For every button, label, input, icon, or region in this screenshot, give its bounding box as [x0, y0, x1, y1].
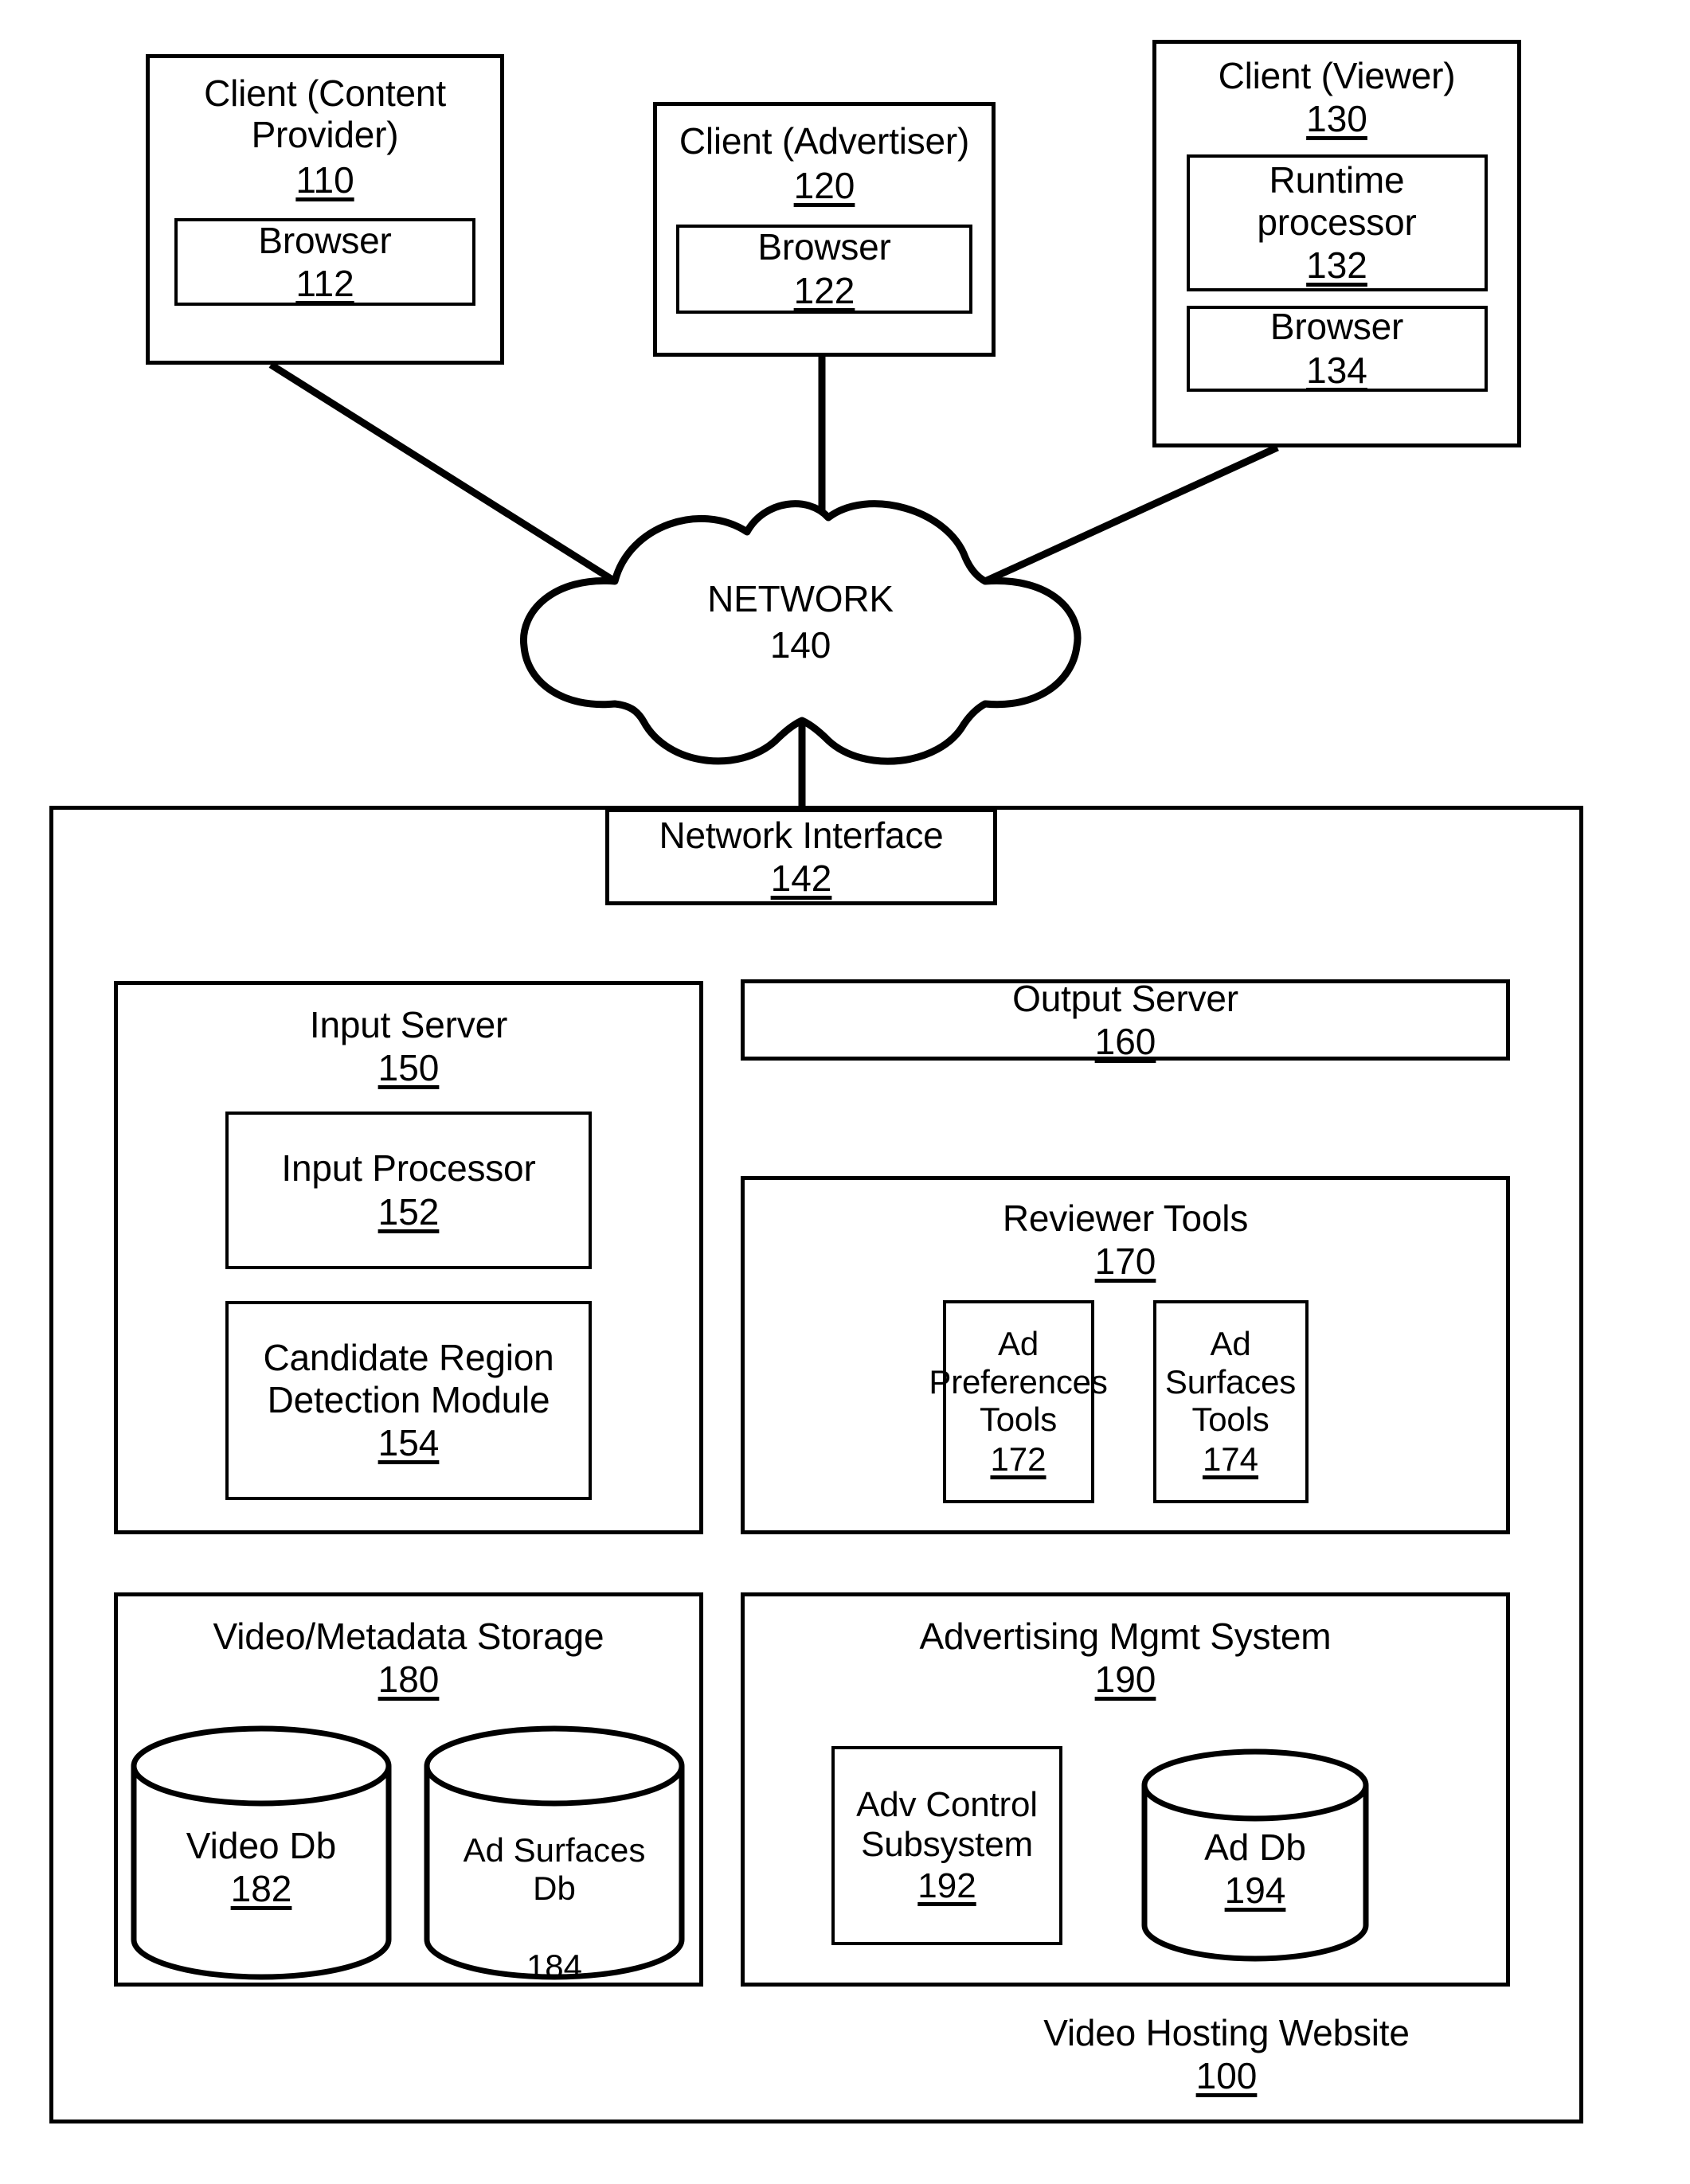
ad-surfaces-db-184-label: Ad Surfaces Db: [463, 1830, 646, 1907]
client-viewer-number: 130: [1306, 98, 1367, 140]
client-advertiser-box[interactable]: Client (Advertiser) 120 Browser 122: [653, 102, 996, 357]
input-processor-152-label: Input Processor: [281, 1147, 536, 1190]
video-metadata-storage-number: 180: [378, 1659, 440, 1701]
browser-112-label: Browser: [258, 219, 392, 261]
adv-control-subsystem-192-box[interactable]: Adv Control Subsystem 192: [831, 1746, 1062, 1945]
video-metadata-storage-label: Video/Metadata Storage: [213, 1616, 604, 1657]
network-number: 140: [769, 624, 831, 666]
advertising-mgmt-system-label: Advertising Mgmt System: [919, 1616, 1332, 1657]
browser-122-label: Browser: [757, 226, 891, 268]
browser-112-number: 112: [295, 263, 354, 305]
reviewer-tools-box[interactable]: Reviewer Tools 170 Ad Preferences Tools …: [741, 1176, 1510, 1534]
reviewer-tools-row: Ad Preferences Tools 172 Ad Surfaces Too…: [929, 1299, 1309, 1503]
browser-122-number: 122: [793, 269, 855, 311]
video-hosting-website-caption: Video Hosting Website 100: [980, 2012, 1473, 2097]
ad-preferences-tools-172-number: 172: [990, 1440, 1046, 1479]
ad-db-194-text: Ad Db 194: [1144, 1827, 1366, 1912]
runtime-processor-132-label: Runtime processor: [1257, 159, 1417, 243]
output-server-number: 160: [1094, 1021, 1156, 1062]
ad-surfaces-tools-174-box[interactable]: Ad Surfaces Tools 174: [1152, 1299, 1309, 1503]
input-server-number: 150: [378, 1047, 440, 1089]
candidate-region-detection-154-box[interactable]: Candidate Region Detection Module 154: [225, 1300, 592, 1500]
adv-control-subsystem-192-number: 192: [917, 1866, 976, 1906]
output-server-label: Output Server: [1012, 977, 1238, 1019]
video-hosting-website-number: 100: [1195, 2055, 1258, 2097]
candidate-region-detection-154-label: Candidate Region Detection Module: [263, 1337, 554, 1420]
network-cloud-text: NETWORK 140: [605, 578, 996, 666]
network-label: NETWORK: [707, 578, 894, 619]
ad-surfaces-tools-174-label: Ad Surfaces Tools: [1164, 1324, 1297, 1439]
input-server-label: Input Server: [309, 1004, 508, 1045]
network-interface-label: Network Interface: [659, 814, 944, 856]
browser-134-number: 134: [1306, 349, 1367, 391]
connector-130-to-network: [984, 443, 1279, 585]
input-processor-152-number: 152: [378, 1190, 440, 1233]
advertising-mgmt-system-number: 190: [1094, 1659, 1156, 1701]
browser-122-box[interactable]: Browser 122: [676, 224, 972, 314]
candidate-region-detection-154-number: 154: [378, 1422, 440, 1464]
ad-surfaces-db-184-text: Ad Surfaces Db 184: [427, 1793, 682, 2023]
input-server-box[interactable]: Input Server 150 Input Processor 152 Can…: [114, 981, 703, 1534]
video-db-182-number: 182: [230, 1868, 292, 1910]
client-advertiser-label: Client (Advertiser): [679, 120, 970, 162]
network-interface-number: 142: [770, 858, 832, 899]
connector-110-to-network: [268, 361, 617, 584]
browser-134-label: Browser: [1269, 306, 1404, 348]
browser-112-box[interactable]: Browser 112: [174, 218, 475, 307]
runtime-processor-132-number: 132: [1306, 244, 1367, 287]
client-advertiser-number: 120: [793, 165, 855, 207]
ad-surfaces-db-184-number: 184: [526, 1947, 583, 1985]
network-interface-box[interactable]: Network Interface 142: [605, 808, 997, 905]
video-db-182-label: Video Db: [186, 1825, 337, 1866]
client-viewer-label: Client (Viewer): [1218, 55, 1456, 96]
ad-surfaces-tools-174-number: 174: [1202, 1440, 1259, 1479]
output-server-box[interactable]: Output Server 160: [741, 977, 1510, 1062]
client-content-provider-number: 110: [295, 158, 354, 201]
client-viewer-box[interactable]: Client (Viewer) 130 Runtime processor 13…: [1152, 40, 1521, 447]
ad-db-194-number: 194: [1224, 1869, 1286, 1912]
figure-canvas: NETWORK 140 Client (Content Provider) 11…: [0, 0, 1690, 2184]
client-content-provider-box[interactable]: Client (Content Provider) 110 Browser 11…: [146, 54, 504, 365]
browser-134-box[interactable]: Browser 134: [1186, 305, 1488, 392]
client-content-provider-label: Client (Content Provider): [204, 72, 446, 156]
video-db-182-text: Video Db 182: [134, 1825, 389, 1910]
reviewer-tools-label: Reviewer Tools: [1002, 1197, 1249, 1239]
input-processor-152-box[interactable]: Input Processor 152: [225, 1111, 592, 1269]
ad-preferences-tools-172-label: Ad Preferences Tools: [929, 1324, 1108, 1439]
runtime-processor-132-box[interactable]: Runtime processor 132: [1186, 154, 1488, 291]
reviewer-tools-number: 170: [1094, 1240, 1156, 1283]
ad-db-194-label: Ad Db: [1204, 1827, 1306, 1868]
ad-preferences-tools-172-box[interactable]: Ad Preferences Tools 172: [929, 1299, 1108, 1503]
adv-control-subsystem-192-label: Adv Control Subsystem: [856, 1784, 1038, 1864]
video-hosting-website-label: Video Hosting Website: [1043, 2012, 1410, 2053]
